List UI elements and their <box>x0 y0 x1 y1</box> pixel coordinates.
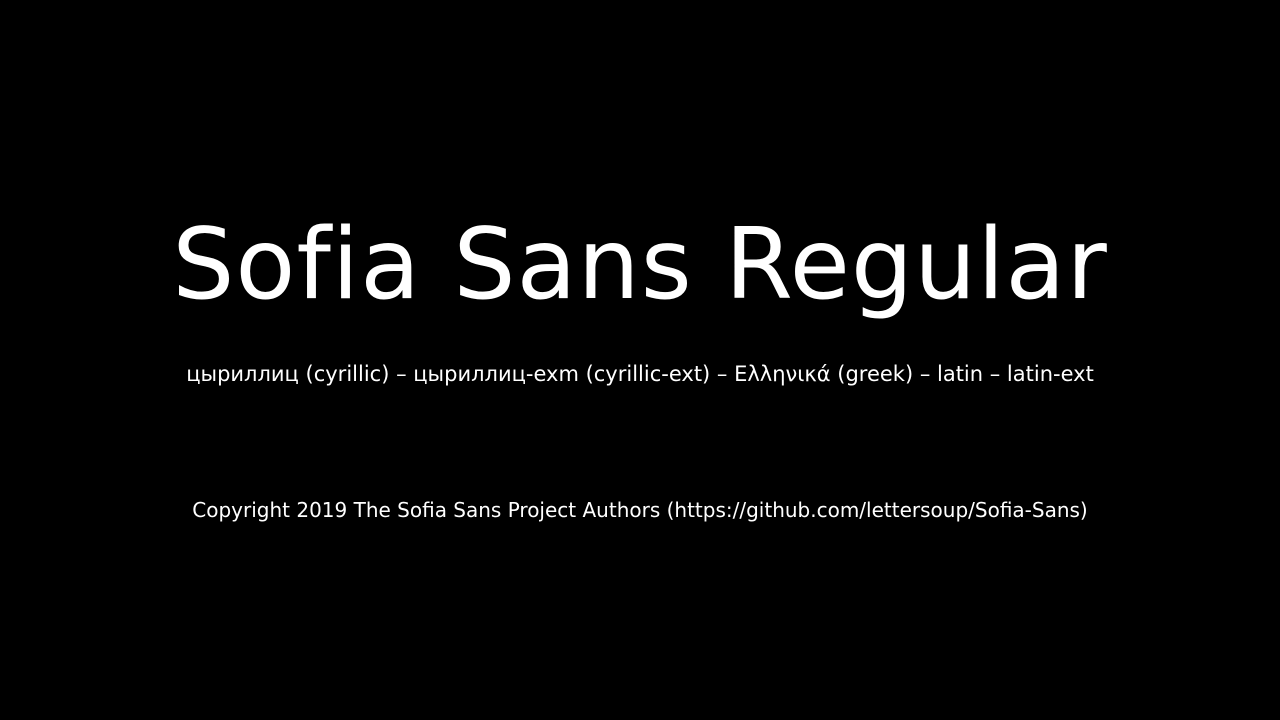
character-subsets-line: цыриллиц (cyrillic) – цыриллиц-exm (cyri… <box>186 362 1094 386</box>
copyright-notice: Copyright 2019 The Sofia Sans Project Au… <box>192 498 1088 522</box>
font-specimen-slide: Sofia Sans Regular цыриллиц (cyrillic) –… <box>0 0 1280 720</box>
font-name-title: Sofia Sans Regular <box>172 208 1108 322</box>
